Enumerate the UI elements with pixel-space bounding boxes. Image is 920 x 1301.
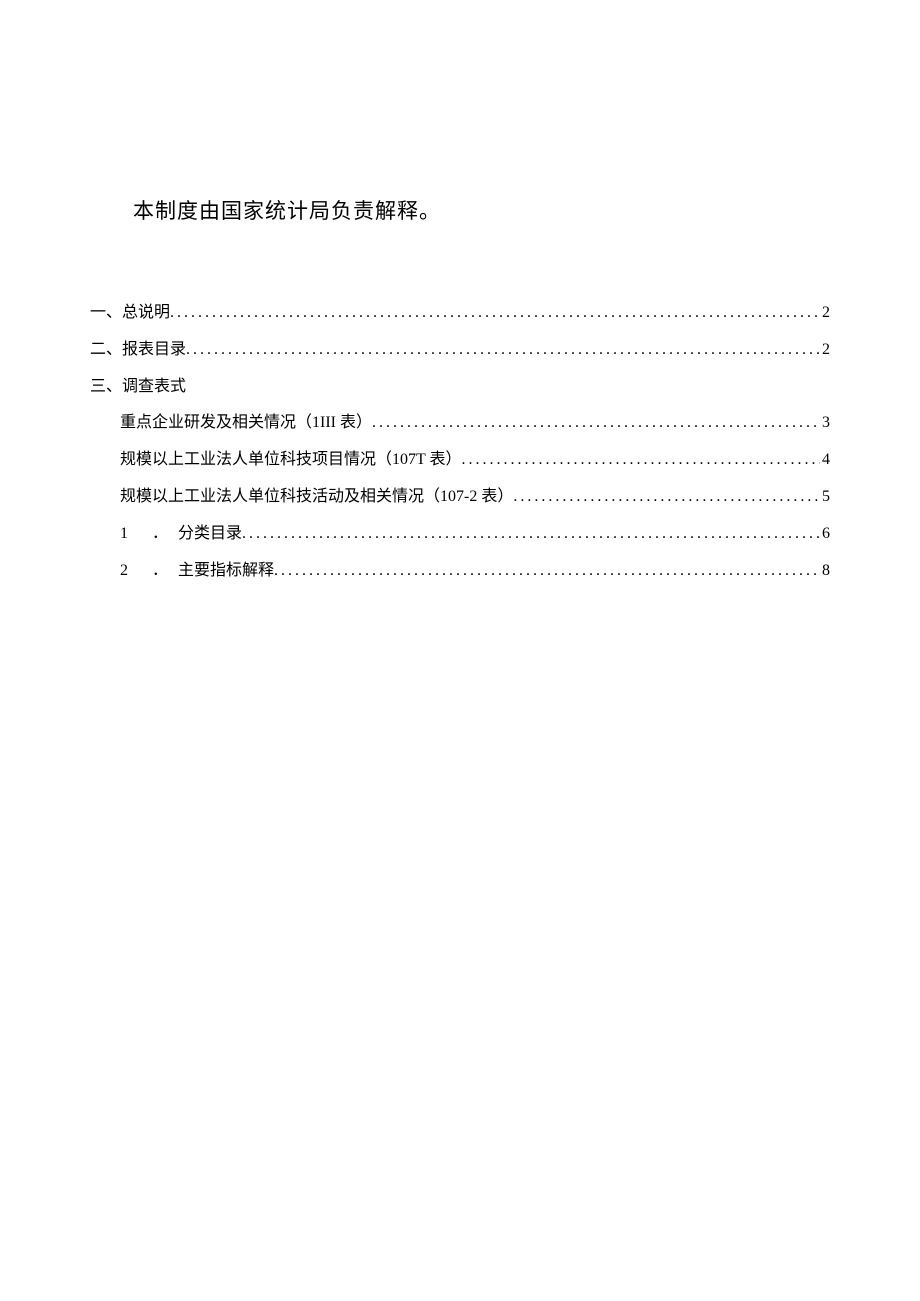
toc-label: 重点企业研发及相关情况（1III 表） (120, 405, 372, 442)
toc-dots (274, 553, 820, 590)
toc-subitem: 重点企业研发及相关情况（1III 表） 3 (90, 405, 830, 442)
toc-subitem: 规模以上工业法人单位科技项目情况（107T 表） 4 (90, 442, 830, 479)
toc-label: 规模以上工业法人单位科技项目情况（107T 表） (120, 442, 462, 479)
toc-label: 1 ． 分类目录 (120, 516, 242, 553)
toc-label: 一、总说明 (90, 295, 170, 332)
toc-dots (170, 295, 820, 332)
toc-label: 2 ． 主要指标解释 (120, 553, 274, 590)
intro-text: 本制度由国家统计局负责解释。 (133, 195, 830, 225)
toc-page: 4 (820, 442, 830, 479)
toc-label: 三、调查表式 (90, 369, 186, 406)
toc-page: 6 (820, 516, 830, 553)
table-of-contents: 一、总说明 2 二、报表目录 2 三、调查表式 重点企业研发及相关情况（1III… (90, 295, 830, 589)
toc-number: 1 (120, 516, 138, 553)
toc-label: 二、报表目录 (90, 332, 186, 369)
toc-subitem: 规模以上工业法人单位科技活动及相关情况（107-2 表） 5 (90, 479, 830, 516)
toc-page: 3 (820, 405, 830, 442)
toc-dots (462, 442, 821, 479)
toc-page: 2 (820, 295, 830, 332)
toc-subitem: 1 ． 分类目录 6 (90, 516, 830, 553)
toc-number: 2 (120, 553, 138, 590)
toc-subitem: 2 ． 主要指标解释 8 (90, 553, 830, 590)
toc-page: 2 (820, 332, 830, 369)
toc-page: 5 (820, 479, 830, 516)
toc-item: 二、报表目录 2 (90, 332, 830, 369)
toc-sublabel: 主要指标解释 (178, 562, 274, 579)
toc-number-dot: ． (152, 553, 168, 590)
toc-dots (242, 516, 820, 553)
toc-dots (513, 479, 820, 516)
toc-dots (186, 332, 820, 369)
toc-label: 规模以上工业法人单位科技活动及相关情况（107-2 表） (120, 479, 513, 516)
toc-dots (372, 405, 820, 442)
document-page: 本制度由国家统计局负责解释。 一、总说明 2 二、报表目录 2 三、调查表式 重… (0, 0, 920, 589)
toc-page: 8 (820, 553, 830, 590)
toc-item: 三、调查表式 (90, 369, 830, 406)
toc-sublabel: 分类目录 (178, 525, 242, 542)
toc-item: 一、总说明 2 (90, 295, 830, 332)
toc-number-dot: ． (152, 516, 168, 553)
